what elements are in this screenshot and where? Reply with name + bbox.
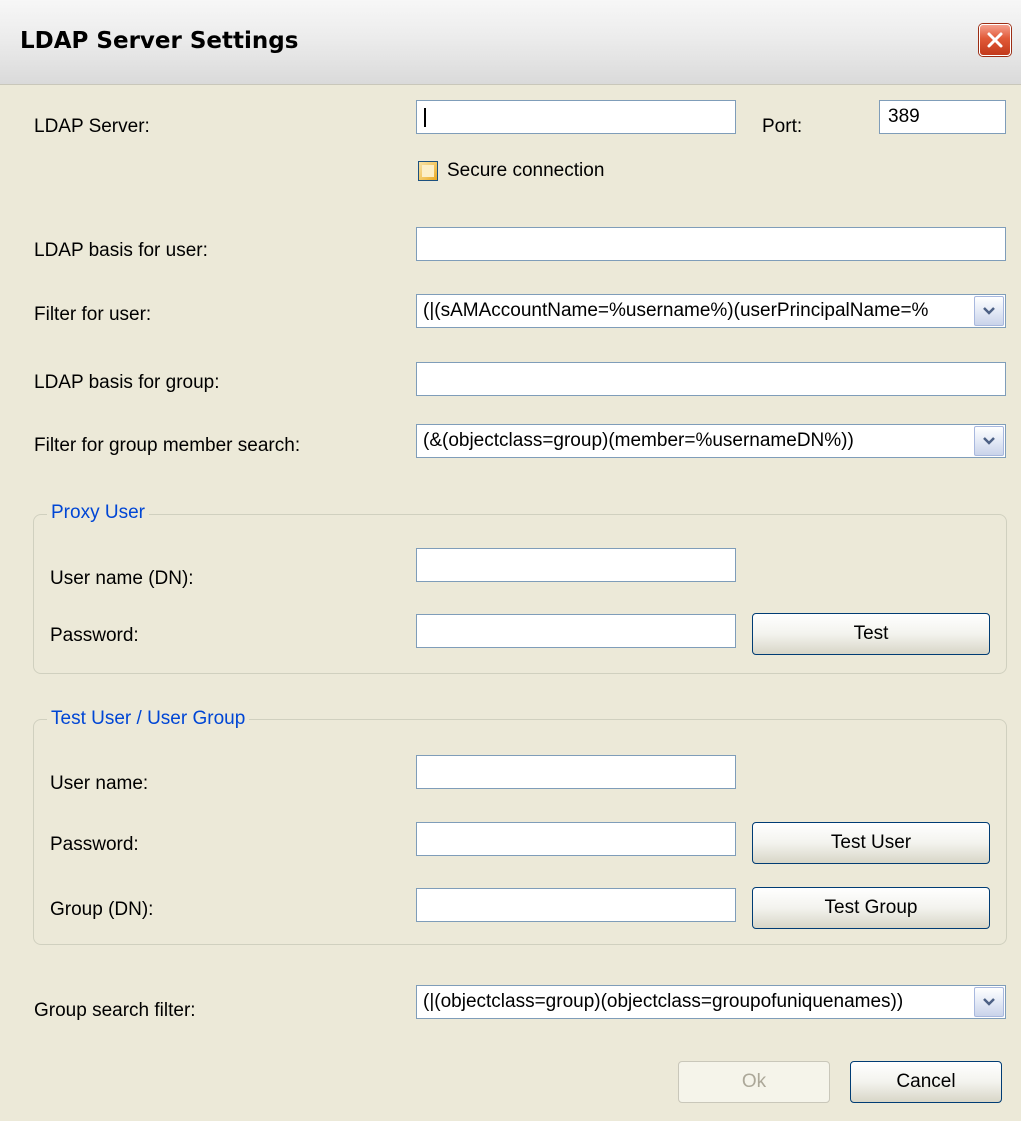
test-username-label: User name:	[50, 773, 149, 794]
ldap-basis-user-label: LDAP basis for user:	[34, 240, 208, 261]
group-search-filter-combo[interactable]: (|(objectclass=group)(objectclass=groupo…	[416, 985, 1006, 1019]
checkbox-box	[422, 165, 434, 177]
group-search-filter-label: Group search filter:	[34, 1000, 196, 1021]
close-button[interactable]	[979, 24, 1011, 56]
ldap-server-input[interactable]	[416, 100, 736, 134]
port-input[interactable]: 389	[879, 100, 1006, 134]
chevron-down-icon	[983, 998, 995, 1006]
ok-button[interactable]: Ok	[678, 1061, 830, 1103]
proxy-test-button[interactable]: Test	[752, 613, 990, 655]
test-group-button[interactable]: Test Group	[752, 887, 990, 929]
test-user-group-legend: Test User / User Group	[47, 708, 250, 730]
test-user-button[interactable]: Test User	[752, 822, 990, 864]
group-member-filter-combo[interactable]: (&(objectclass=group)(member=%usernameDN…	[416, 424, 1006, 458]
secure-connection-checkbox[interactable]	[418, 161, 438, 181]
proxy-password-label: Password:	[50, 625, 139, 646]
user-filter-dropdown-button[interactable]	[974, 296, 1004, 326]
ldap-basis-group-label: LDAP basis for group:	[34, 372, 220, 393]
test-group-label: Group (DN):	[50, 899, 154, 920]
group-member-filter-value: (&(objectclass=group)(member=%usernameDN…	[423, 430, 854, 451]
test-password-label: Password:	[50, 834, 139, 855]
chevron-down-icon	[983, 307, 995, 315]
user-filter-value: (|(sAMAccountName=%username%)(userPrinci…	[423, 300, 929, 321]
ldap-server-label: LDAP Server:	[34, 116, 150, 137]
user-filter-label: Filter for user:	[34, 304, 152, 325]
text-caret	[424, 108, 426, 127]
proxy-password-input[interactable]	[416, 614, 736, 648]
test-group-input[interactable]	[416, 888, 736, 922]
chevron-down-icon	[983, 437, 995, 445]
proxy-username-label: User name (DN):	[50, 568, 194, 589]
title-bar[interactable]: LDAP Server Settings	[0, 0, 1021, 85]
proxy-user-legend: Proxy User	[47, 502, 149, 524]
group-search-filter-dropdown-button[interactable]	[974, 987, 1004, 1017]
group-member-filter-dropdown-button[interactable]	[974, 426, 1004, 456]
ldap-settings-dialog: LDAP Server Settings LDAP Server: Port: …	[0, 0, 1021, 1121]
cancel-button[interactable]: Cancel	[850, 1061, 1002, 1103]
window-title: LDAP Server Settings	[20, 28, 299, 54]
close-icon	[987, 32, 1003, 48]
test-username-input[interactable]	[416, 755, 736, 789]
proxy-username-input[interactable]	[416, 548, 736, 582]
test-password-input[interactable]	[416, 822, 736, 856]
port-label: Port:	[762, 116, 803, 137]
secure-connection-label: Secure connection	[447, 160, 605, 181]
ldap-basis-group-input[interactable]	[416, 362, 1006, 396]
user-filter-combo[interactable]: (|(sAMAccountName=%username%)(userPrinci…	[416, 294, 1006, 328]
group-member-filter-label: Filter for group member search:	[34, 435, 301, 456]
group-search-filter-value: (|(objectclass=group)(objectclass=groupo…	[423, 991, 904, 1012]
ldap-basis-user-input[interactable]	[416, 227, 1006, 261]
